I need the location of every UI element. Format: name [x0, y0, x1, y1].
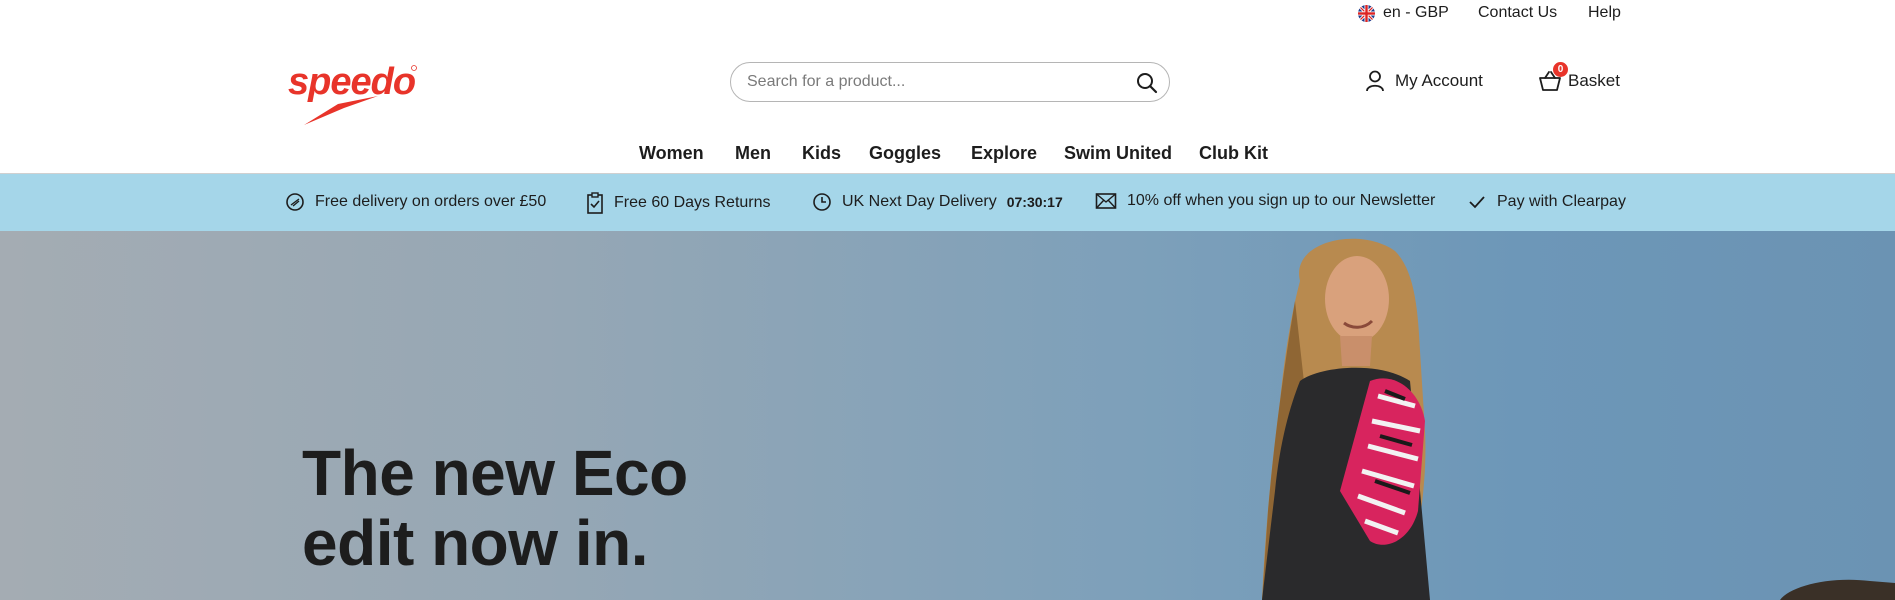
nav-item-kids[interactable]: Kids [802, 143, 841, 164]
utility-bar: en - GBP Contact Us Help [0, 0, 1895, 28]
my-account-link[interactable]: My Account [1365, 70, 1483, 92]
search-input[interactable] [747, 73, 1127, 91]
delivery-countdown: 07:30:17 [1006, 194, 1063, 210]
usp-text: 10% off when you sign up to our Newslett… [1127, 192, 1436, 209]
basket-label: Basket [1568, 71, 1620, 90]
usp-bar: Free delivery on orders over £50 Free 60… [0, 174, 1895, 231]
nav-item-swim-united[interactable]: Swim United [1064, 143, 1172, 164]
main-nav: Women Men Kids Goggles Explore Swim Unit… [0, 141, 1895, 173]
search-button[interactable] [1133, 69, 1161, 97]
hero-banner[interactable]: The new Eco edit now in. [0, 231, 1895, 600]
locale-selector[interactable]: en - GBP [1358, 4, 1449, 22]
nav-item-explore[interactable]: Explore [971, 143, 1037, 164]
usp-text: UK Next Day Delivery [842, 193, 997, 210]
nav-item-men[interactable]: Men [735, 143, 771, 164]
search-icon [1137, 73, 1158, 94]
user-icon [1366, 70, 1384, 92]
basket-icon: 0 [1538, 62, 1568, 92]
hero-title-line1: The new Eco [302, 437, 688, 509]
nav-item-club-kit[interactable]: Club Kit [1199, 143, 1268, 164]
locale-label: en - GBP [1383, 4, 1449, 21]
hero-title: The new Eco edit now in. [302, 438, 688, 578]
usp-free-returns[interactable]: Free 60 Days Returns [586, 192, 771, 214]
my-account-label: My Account [1395, 71, 1483, 90]
usp-clearpay[interactable]: Pay with Clearpay [1467, 192, 1626, 212]
clock-icon [813, 193, 831, 211]
badge-icon [286, 193, 304, 211]
usp-newsletter[interactable]: 10% off when you sign up to our Newslett… [1095, 192, 1435, 210]
uk-flag-icon [1358, 4, 1375, 22]
basket-link[interactable]: 0 Basket [1538, 62, 1620, 92]
help-link[interactable]: Help [1588, 4, 1621, 22]
basket-count-badge: 0 [1553, 62, 1568, 77]
speedo-logo[interactable]: speedo [286, 56, 421, 151]
mail-icon [1095, 193, 1117, 209]
contact-us-link[interactable]: Contact Us [1478, 4, 1557, 22]
nav-item-goggles[interactable]: Goggles [869, 143, 941, 164]
clipboard-check-icon [587, 192, 603, 214]
hero-title-line2: edit now in. [302, 507, 648, 579]
nav-item-women[interactable]: Women [639, 143, 704, 164]
svg-text:speedo: speedo [288, 61, 415, 103]
usp-text: Free delivery on orders over £50 [315, 193, 547, 210]
usp-free-delivery[interactable]: Free delivery on orders over £50 [285, 192, 546, 212]
header: speedo My Account 0 Basket [0, 28, 1895, 138]
check-icon [1469, 196, 1485, 209]
usp-text: Free 60 Days Returns [614, 194, 771, 211]
usp-text: Pay with Clearpay [1497, 193, 1626, 210]
usp-next-day-delivery[interactable]: UK Next Day Delivery 07:30:17 [812, 192, 1063, 212]
hero-image [1262, 238, 1895, 600]
search-bar [730, 62, 1170, 102]
